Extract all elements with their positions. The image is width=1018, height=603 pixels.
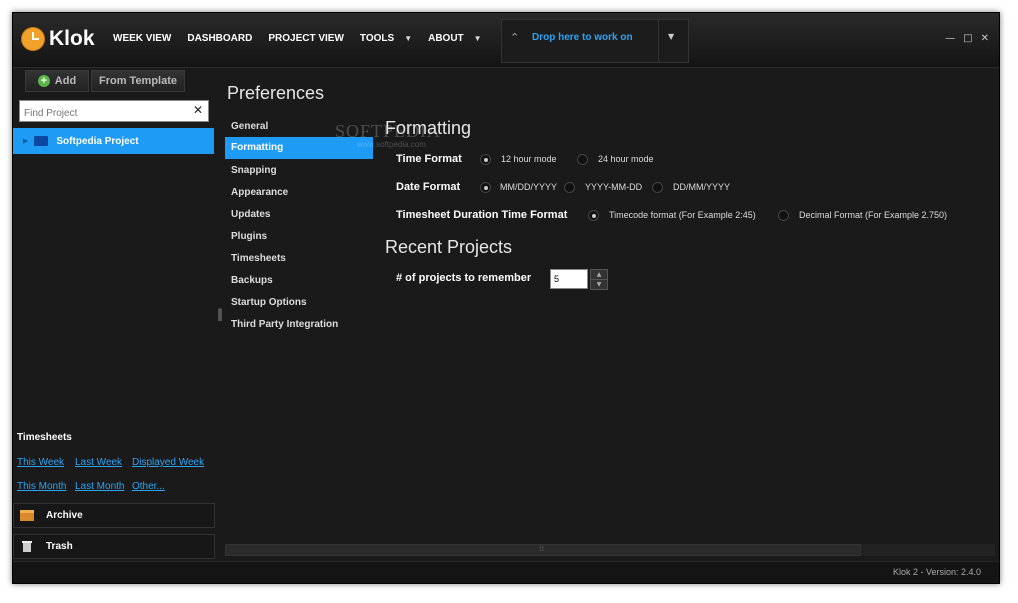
find-project-input[interactable] [20, 104, 188, 123]
sidebar: + Add From Template ✕ ▶ Softpedia Projec… [13, 68, 216, 562]
radio-dd-mm-yyyy-label: DD/MM/YYYY [673, 182, 731, 192]
pref-menu-timesheets[interactable]: Timesheets [225, 248, 373, 270]
nav-tools[interactable]: TOOLS ▼ [360, 33, 412, 44]
pref-menu-startup-options[interactable]: Startup Options [225, 292, 373, 314]
top-bar: Klok WEEK VIEW DASHBOARD PROJECT VIEW TO… [13, 13, 999, 68]
radio-timecode-format-label: Timecode format (For Example 2:45) [609, 210, 756, 220]
link-last-month[interactable]: Last Month [75, 481, 124, 492]
project-name: Softpedia Project [56, 135, 139, 147]
pref-menu-backups[interactable]: Backups [225, 270, 373, 292]
timesheet-duration-label: Timesheet Duration Time Format [396, 209, 568, 221]
plus-icon: + [37, 75, 50, 87]
formatting-title: Formatting [385, 118, 472, 138]
nav-project-view[interactable]: PROJECT VIEW [268, 33, 344, 44]
projects-to-remember-stepper: ▲ ▼ [550, 269, 608, 290]
radio-24-hour-label: 24 hour mode [598, 154, 654, 164]
radio-mm-dd-yyyy-label: MM/DD/YYYY [500, 182, 558, 192]
radio-yyyy-mm-dd[interactable] [564, 182, 575, 193]
project-row[interactable]: ▶ Softpedia Project [13, 128, 214, 154]
recent-projects-title: Recent Projects [385, 237, 513, 257]
minimize-icon[interactable]: — [945, 33, 955, 44]
folder-icon [34, 136, 49, 146]
panel-splitter-handle[interactable]: ‖ [217, 307, 223, 321]
radio-12-hour-label: 12 hour mode [501, 154, 557, 164]
window-controls: — □ ✕ [945, 33, 989, 44]
radio-yyyy-mm-dd-label: YYYY-MM-DD [585, 182, 643, 192]
timesheets-title: Timesheets [17, 432, 72, 443]
close-icon[interactable]: ✕ [981, 33, 989, 44]
link-this-month[interactable]: This Month [17, 481, 66, 492]
projects-to-remember-input[interactable] [550, 269, 588, 289]
trash-icon [22, 541, 32, 552]
archive-item[interactable]: Archive [13, 503, 215, 528]
stepper-down-icon[interactable]: ▼ [590, 279, 608, 290]
pref-menu-third-party-integration[interactable]: Third Party Integration [225, 314, 373, 336]
trash-item[interactable]: Trash [13, 534, 215, 559]
drop-zone[interactable]: ⌃ Drop here to work on ▼ [501, 19, 689, 63]
time-format-label: Time Format [396, 153, 462, 165]
divider [658, 20, 659, 62]
maximize-icon[interactable]: □ [963, 33, 972, 44]
clock-icon [21, 27, 45, 51]
app-logo: Klok [21, 27, 95, 51]
drop-zone-label: Drop here to work on [532, 32, 633, 43]
radio-timecode-format[interactable] [588, 210, 599, 221]
link-last-week[interactable]: Last Week [75, 457, 122, 468]
version-text: Klok 2 - Version: 2.4.0 [892, 567, 981, 577]
pref-menu-appearance[interactable]: Appearance [225, 182, 373, 204]
expand-arrow-icon[interactable]: ▶ [23, 137, 28, 145]
double-chevron-up-icon: ⌃ [510, 31, 520, 44]
add-project-button[interactable]: + Add [25, 70, 89, 92]
status-bar: Klok 2 - Version: 2.4.0 [13, 561, 999, 583]
radio-dd-mm-yyyy[interactable] [652, 182, 663, 193]
horizontal-scrollbar[interactable]: ⁞⁞ [225, 544, 995, 556]
from-template-button[interactable]: From Template [91, 70, 185, 92]
watermark-url: www.softpedia.com [357, 140, 426, 149]
nav-about[interactable]: ABOUT ▼ [428, 33, 481, 44]
scroll-grip-icon: ⁞⁞ [539, 544, 545, 553]
main-nav: WEEK VIEW DASHBOARD PROJECT VIEW TOOLS ▼ … [113, 33, 482, 44]
pref-menu-plugins[interactable]: Plugins [225, 226, 373, 248]
pref-menu-updates[interactable]: Updates [225, 204, 373, 226]
radio-12-hour[interactable] [480, 154, 491, 165]
find-project-search: ✕ [19, 100, 209, 123]
nav-week-view[interactable]: WEEK VIEW [113, 33, 171, 44]
link-other[interactable]: Other... [132, 481, 165, 492]
radio-decimal-format-label: Decimal Format (For Example 2.750) [799, 210, 948, 220]
chevron-down-icon: ▼ [404, 34, 413, 43]
app-window: Klok WEEK VIEW DASHBOARD PROJECT VIEW TO… [12, 12, 1000, 584]
link-this-week[interactable]: This Week [17, 457, 64, 468]
radio-24-hour[interactable] [577, 154, 588, 165]
link-displayed-week[interactable]: Displayed Week [132, 457, 204, 468]
date-format-label: Date Format [396, 181, 461, 193]
app-name: Klok [49, 27, 95, 50]
clear-search-icon[interactable]: ✕ [193, 103, 203, 117]
radio-decimal-format[interactable] [778, 210, 789, 221]
dropdown-arrow-icon[interactable]: ▼ [668, 32, 674, 41]
nav-dashboard[interactable]: DASHBOARD [187, 33, 252, 44]
archive-box-icon [20, 510, 34, 521]
radio-mm-dd-yyyy[interactable] [480, 182, 491, 193]
chevron-down-icon: ▼ [473, 34, 482, 43]
preferences-title: Preferences [227, 83, 325, 103]
projects-to-remember-label: # of projects to remember [396, 272, 532, 284]
pref-menu-snapping[interactable]: Snapping [225, 160, 373, 182]
